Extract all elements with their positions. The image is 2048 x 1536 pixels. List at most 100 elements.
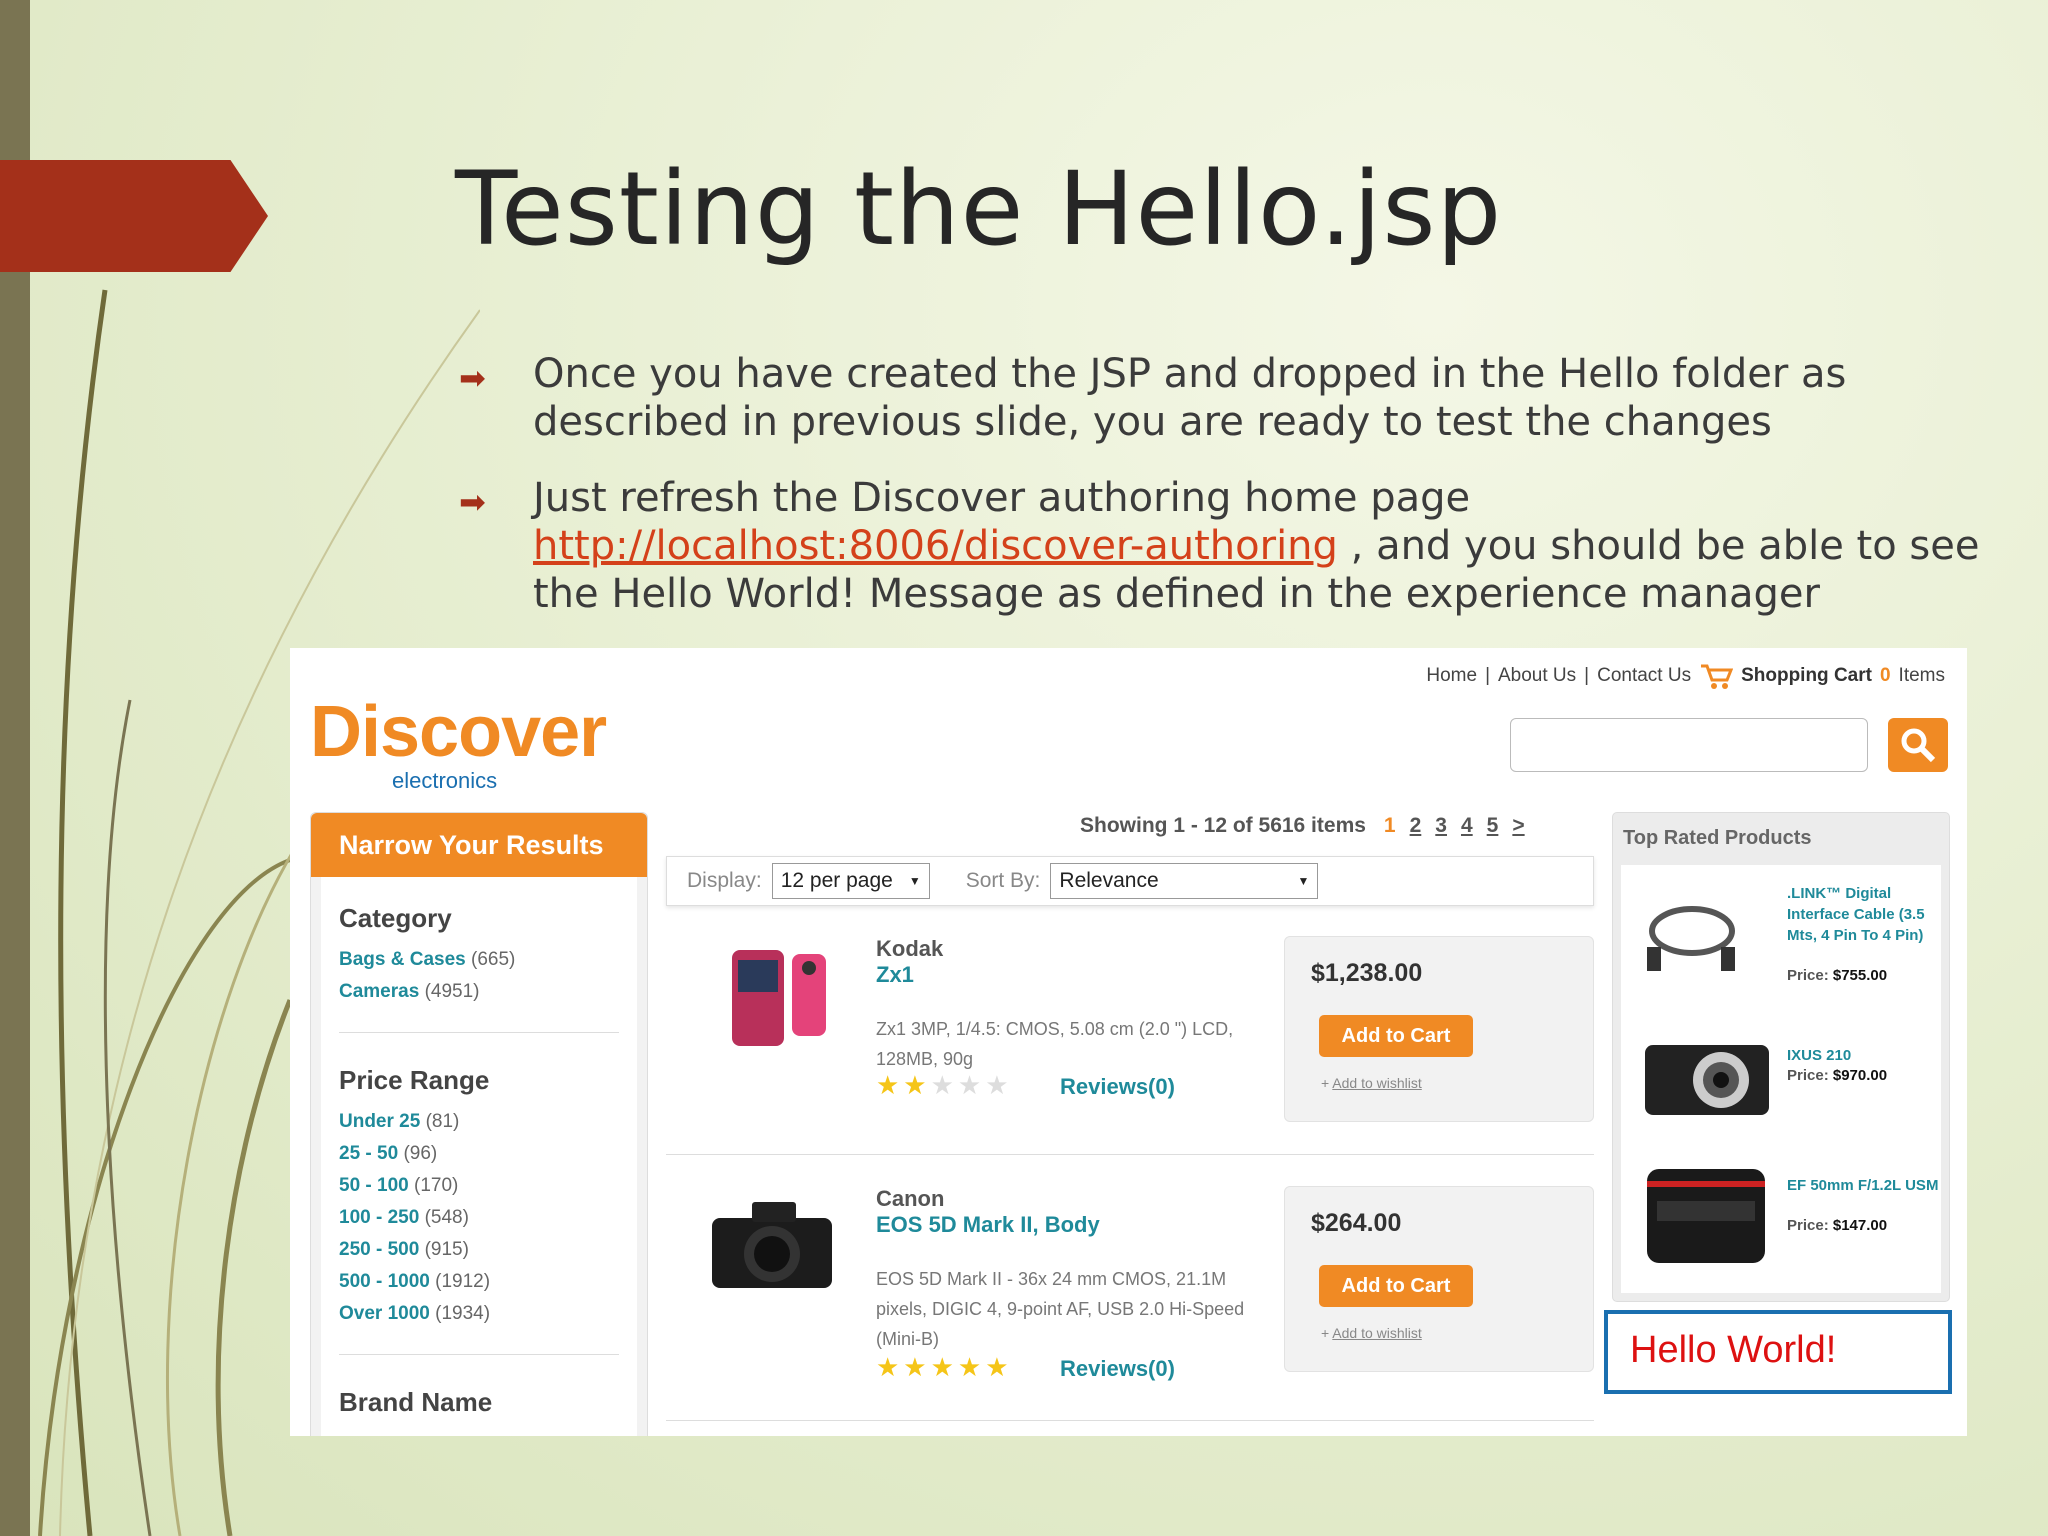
add-to-cart-button[interactable]: Add to Cart: [1319, 1265, 1473, 1307]
discover-site-screenshot: Home | About Us | Contact Us Shopping Ca…: [290, 648, 1967, 1436]
add-to-wishlist-link[interactable]: + Add to wishlist: [1321, 1325, 1422, 1341]
cart-items-label: Items: [1898, 665, 1945, 686]
filter-item-link[interactable]: Bags & Cases: [339, 949, 466, 970]
filter-item-count: (4951): [424, 981, 480, 1002]
filter-item-link[interactable]: 500 - 1000: [339, 1271, 430, 1292]
dropdown-arrow-icon: ▼: [1297, 874, 1310, 888]
ef-50mm-lens-image[interactable]: [1641, 1161, 1771, 1271]
top-rated-name-link[interactable]: EF 50mm F/1.2L USM: [1787, 1175, 1947, 1196]
filter-item[interactable]: 500 - 1000 (1912): [339, 1266, 619, 1298]
top-rated-products-panel: Top Rated Products .LINK™ Digital Interf…: [1612, 812, 1950, 1302]
next-page-link[interactable]: >: [1512, 814, 1524, 838]
product-description: EOS 5D Mark II - 36x 24 mm CMOS, 21.1M p…: [876, 1269, 1245, 1349]
price-label: Price:: [1787, 967, 1829, 984]
filter-item-link[interactable]: 25 - 50: [339, 1143, 398, 1164]
filter-item-count: (170): [414, 1175, 459, 1196]
divider: [339, 1032, 619, 1033]
about-link[interactable]: About Us: [1498, 665, 1576, 687]
search-icon: [1901, 728, 1936, 763]
price-box: $264.00 Add to Cart + Add to wishlist: [1284, 1186, 1594, 1372]
narrow-results-header: Narrow Your Results: [311, 813, 647, 877]
canon-eos-5d-image[interactable]: [708, 1196, 838, 1296]
top-rated-name-link[interactable]: IXUS 210: [1787, 1045, 1947, 1066]
filter-item-count: (665): [471, 949, 516, 970]
filter-item[interactable]: 50 - 100 (170): [339, 1170, 619, 1202]
search-button[interactable]: [1888, 718, 1948, 772]
filter-item-link[interactable]: Over 1000: [339, 1303, 430, 1324]
rating-stars: ★★★★★: [876, 1070, 1013, 1100]
sort-label: Sort By:: [965, 869, 1041, 892]
bullet-1: ➡ Once you have created the JSP and drop…: [455, 350, 2015, 446]
filter-item[interactable]: 25 - 50 (96): [339, 1138, 619, 1170]
filter-item[interactable]: Bags & Cases (665): [339, 944, 619, 976]
top-rated-price: $970.00: [1832, 1067, 1888, 1084]
filter-item-count: (1912): [435, 1271, 491, 1292]
category-list: Bags & Cases (665) Cameras (4951): [339, 944, 619, 1008]
filter-item[interactable]: Over 1000 (1934): [339, 1298, 619, 1330]
per-page-select[interactable]: 12 per page ▼: [771, 863, 930, 899]
add-to-wishlist-link[interactable]: + Add to wishlist: [1321, 1075, 1422, 1091]
hdmi-cable-image[interactable]: [1637, 897, 1747, 977]
filter-item[interactable]: Under 25 (81): [339, 1106, 619, 1138]
per-page-value: 12 per page: [780, 869, 893, 892]
category-heading: Category: [339, 903, 452, 933]
page-link-2[interactable]: 2: [1410, 814, 1422, 838]
product-name-link[interactable]: Zx1: [876, 962, 914, 988]
reviews-link[interactable]: Reviews(0): [1060, 1074, 1175, 1100]
display-label: Display:: [687, 869, 762, 892]
filter-item-count: (548): [424, 1207, 469, 1228]
filter-body: Category Bags & Cases (665) Cameras (4951…: [321, 877, 637, 1436]
bullet-2: ➡ Just refresh the Discover authoring ho…: [455, 474, 2015, 618]
home-link[interactable]: Home: [1426, 665, 1477, 687]
sort-select[interactable]: Relevance ▼: [1050, 863, 1319, 899]
kodak-zx1-image[interactable]: [726, 944, 836, 1054]
display-sort-bar: Display: 12 per page ▼ Sort By: Relevance…: [666, 856, 1594, 906]
brand-name-heading: Brand Name: [339, 1387, 493, 1417]
search-input[interactable]: [1510, 718, 1868, 772]
filter-item-count: (81): [425, 1111, 460, 1132]
logo-text: Discover: [310, 692, 607, 772]
ixus-210-image[interactable]: [1641, 1039, 1771, 1119]
discover-logo[interactable]: Discover electronics: [310, 692, 607, 793]
top-rated-item: IXUS 210 Price: $970.00: [1621, 1033, 1941, 1143]
filter-item-link[interactable]: 100 - 250: [339, 1207, 419, 1228]
filter-item[interactable]: Cameras (4951): [339, 976, 619, 1008]
divider: [666, 1420, 1594, 1421]
slide-title: Testing the Hello.jsp: [455, 150, 1503, 269]
divider: [339, 1354, 619, 1355]
add-to-cart-button[interactable]: Add to Cart: [1319, 1015, 1473, 1057]
filter-item-link[interactable]: 250 - 500: [339, 1239, 419, 1260]
header-links: Home | About Us | Contact Us Shopping Ca…: [1426, 662, 1945, 690]
filter-item-link[interactable]: Under 25: [339, 1111, 420, 1132]
filter-item[interactable]: 100 - 250 (548): [339, 1202, 619, 1234]
top-rated-item: EF 50mm F/1.2L USM Price: $147.00: [1621, 1161, 1941, 1281]
top-rated-price: $755.00: [1832, 967, 1888, 984]
discover-authoring-link[interactable]: http://localhost:8006/discover-authoring: [533, 523, 1338, 569]
page-link-1[interactable]: 1: [1384, 814, 1396, 838]
filter-item-link[interactable]: Cameras: [339, 981, 419, 1002]
filter-item-link[interactable]: 50 - 100: [339, 1175, 409, 1196]
hello-world-message: Hello World!: [1604, 1310, 1952, 1394]
bullet-2-text-pre: Just refresh the Discover authoring home…: [533, 475, 1471, 521]
reviews-link[interactable]: Reviews(0): [1060, 1356, 1175, 1382]
page-link-4[interactable]: 4: [1461, 814, 1473, 838]
product-brand: Kodak: [876, 936, 944, 961]
cart-icon[interactable]: [1699, 662, 1734, 690]
shopping-cart-link[interactable]: Shopping Cart: [1741, 665, 1872, 687]
product-description: Zx1 3MP, 1/4.5: CMOS, 5.08 cm (2.0 ") LC…: [876, 1019, 1234, 1069]
price-box: $1,238.00 Add to Cart + Add to wishlist: [1284, 936, 1594, 1122]
top-rated-list: .LINK™ Digital Interface Cable (3.5 Mts,…: [1621, 865, 1941, 1293]
wishlist-label: Add to wishlist: [1332, 1075, 1422, 1091]
page-links: 1 2 3 4 5 >: [1384, 814, 1525, 838]
price-label: Price:: [1787, 1067, 1829, 1084]
bullet-arrow-icon: ➡: [459, 359, 486, 397]
filter-item[interactable]: 250 - 500 (915): [339, 1234, 619, 1266]
wishlist-label: Add to wishlist: [1332, 1325, 1422, 1341]
page-link-5[interactable]: 5: [1487, 814, 1499, 838]
contact-link[interactable]: Contact Us: [1597, 665, 1691, 687]
page-link-3[interactable]: 3: [1435, 814, 1447, 838]
product-row: Canon EOS 5D Mark II, Body EOS 5D Mark I…: [666, 1186, 1594, 1426]
product-name-link[interactable]: EOS 5D Mark II, Body: [876, 1212, 1100, 1238]
top-rated-name-link[interactable]: .LINK™ Digital Interface Cable (3.5 Mts,…: [1787, 883, 1947, 946]
filter-item-count: (1934): [435, 1303, 491, 1324]
